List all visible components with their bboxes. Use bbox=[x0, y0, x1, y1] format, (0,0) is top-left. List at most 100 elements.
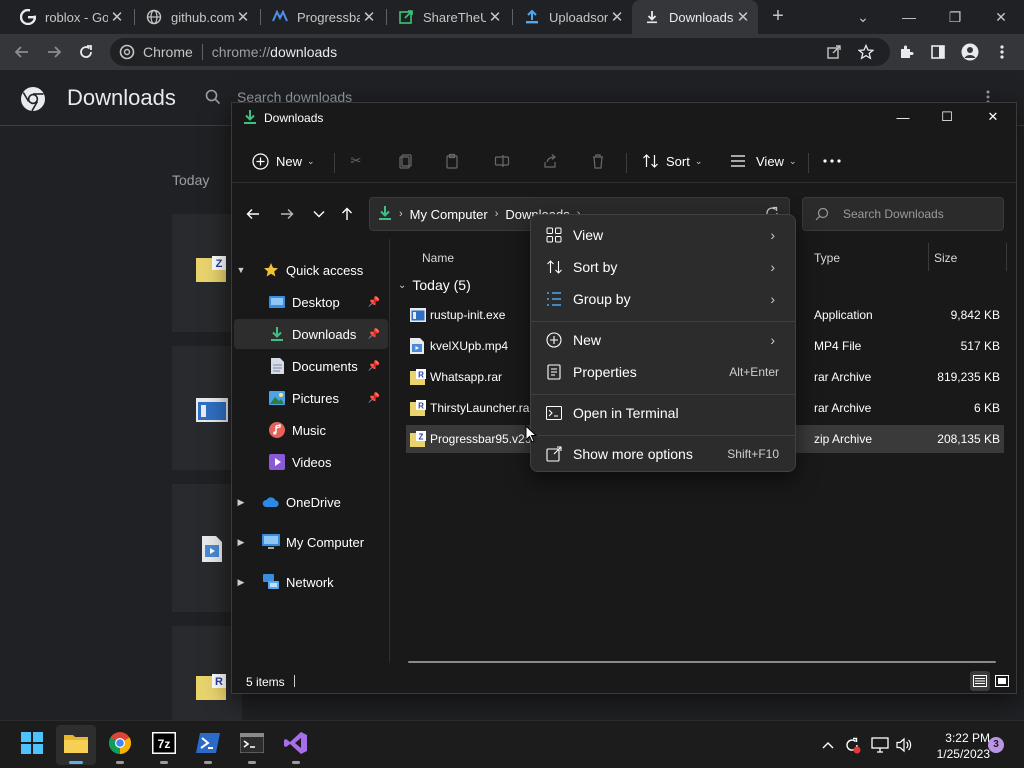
taskbar-terminal[interactable] bbox=[232, 725, 272, 765]
extensions-icon[interactable] bbox=[896, 42, 916, 62]
nav-pictures[interactable]: Pictures 📌 bbox=[234, 383, 388, 413]
menu-item-open-terminal[interactable]: Open in Terminal bbox=[535, 397, 791, 429]
volume-icon[interactable] bbox=[894, 735, 914, 755]
tab-downloads[interactable]: Downloads ✕ bbox=[632, 0, 758, 34]
horizontal-scrollbar[interactable] bbox=[408, 661, 996, 663]
breadcrumb-item[interactable]: My Computer bbox=[410, 207, 488, 222]
cut-button[interactable]: ✂ bbox=[346, 147, 366, 175]
tiles-view-icon[interactable] bbox=[992, 671, 1012, 691]
group-label: Today (5) bbox=[412, 277, 471, 293]
more-options-button[interactable] bbox=[822, 147, 842, 175]
taskbar-chrome[interactable] bbox=[100, 725, 140, 765]
tab-github[interactable]: github.com ✕ bbox=[134, 0, 258, 34]
maximize-icon[interactable]: ☐ bbox=[924, 103, 970, 131]
close-icon[interactable]: ✕ bbox=[608, 8, 626, 26]
minimize-icon[interactable]: — bbox=[886, 0, 932, 34]
nav-my-computer[interactable]: ▶ My Computer bbox=[234, 527, 388, 557]
nav-videos[interactable]: Videos bbox=[234, 447, 388, 477]
tab-progressbar[interactable]: Progressba ✕ bbox=[260, 0, 384, 34]
pin-icon[interactable]: 📌 bbox=[368, 329, 380, 340]
column-header-size[interactable]: Size bbox=[934, 243, 957, 273]
close-icon[interactable]: ✕ bbox=[360, 8, 378, 26]
tab-uploadson[interactable]: Uploadson ✕ bbox=[512, 0, 632, 34]
show-hidden-icons[interactable] bbox=[818, 735, 838, 755]
nav-music[interactable]: Music bbox=[234, 415, 388, 445]
group-header-today[interactable]: ⌄ Today (5) bbox=[398, 277, 471, 293]
menu-item-new[interactable]: New › bbox=[535, 324, 791, 356]
nav-downloads[interactable]: Downloads 📌 bbox=[234, 319, 388, 349]
details-view-icon[interactable] bbox=[970, 671, 990, 691]
reload-button[interactable] bbox=[74, 40, 98, 64]
start-button[interactable] bbox=[12, 725, 52, 765]
forward-button[interactable] bbox=[42, 40, 66, 64]
site-info[interactable]: Chrome bbox=[110, 44, 193, 60]
pin-icon[interactable]: 📌 bbox=[368, 297, 380, 308]
paste-button[interactable] bbox=[442, 147, 462, 175]
tab-sharetheu[interactable]: ShareTheU ✕ bbox=[386, 0, 510, 34]
menu-item-sort-by[interactable]: Sort by › bbox=[535, 251, 791, 283]
close-window-icon[interactable]: ✕ bbox=[970, 103, 1016, 131]
nav-label: Quick access bbox=[286, 262, 364, 278]
rename-button[interactable] bbox=[492, 147, 512, 175]
chevron-right-icon[interactable]: ▶ bbox=[234, 537, 248, 548]
side-panel-icon[interactable] bbox=[928, 42, 948, 62]
menu-item-show-more-options[interactable]: Show more options Shift+F10 bbox=[535, 438, 791, 470]
forward-arrow-icon[interactable] bbox=[276, 203, 298, 225]
copy-button[interactable] bbox=[396, 147, 416, 175]
back-button[interactable] bbox=[10, 40, 34, 64]
pin-icon[interactable]: 📌 bbox=[368, 393, 380, 404]
chevron-right-icon[interactable]: ▶ bbox=[234, 577, 248, 588]
minimize-icon[interactable]: — bbox=[880, 103, 926, 131]
nav-desktop[interactable]: Desktop 📌 bbox=[234, 287, 388, 317]
tab-search-icon[interactable]: ⌄ bbox=[840, 0, 886, 34]
chrome-menu-icon[interactable] bbox=[992, 42, 1012, 62]
nav-quick-access[interactable]: ▼ Quick access bbox=[234, 255, 388, 285]
video-file-icon bbox=[410, 338, 426, 354]
explorer-search-input[interactable]: Search Downloads bbox=[802, 197, 1004, 231]
chrome-logo-icon bbox=[20, 86, 46, 117]
close-icon[interactable]: ✕ bbox=[234, 8, 252, 26]
network-tray-icon[interactable] bbox=[870, 735, 890, 755]
taskbar-visual-studio[interactable] bbox=[276, 725, 316, 765]
taskbar-file-explorer[interactable] bbox=[56, 725, 96, 765]
chevron-down-icon: ⌄ bbox=[307, 155, 315, 166]
nav-documents[interactable]: Documents 📌 bbox=[234, 351, 388, 381]
address-bar[interactable]: Chrome chrome://downloads bbox=[110, 38, 890, 66]
notification-badge[interactable]: 3 bbox=[988, 737, 1004, 753]
sort-button[interactable]: Sort ⌄ bbox=[640, 147, 702, 175]
close-icon[interactable]: ✕ bbox=[734, 8, 752, 26]
close-icon[interactable]: ✕ bbox=[108, 8, 126, 26]
column-header-name[interactable]: Name bbox=[422, 243, 454, 273]
up-arrow-icon[interactable] bbox=[336, 203, 358, 225]
back-arrow-icon[interactable] bbox=[242, 203, 264, 225]
tab-roblox[interactable]: roblox - Go ✕ bbox=[8, 0, 132, 34]
new-button[interactable]: New ⌄ bbox=[250, 147, 315, 175]
delete-button[interactable] bbox=[588, 147, 608, 175]
taskbar-powershell[interactable] bbox=[188, 725, 228, 765]
restore-icon[interactable]: ❐ bbox=[932, 0, 978, 34]
menu-item-view[interactable]: View › bbox=[535, 219, 791, 251]
chevron-down-icon: ⌄ bbox=[788, 155, 797, 166]
close-icon[interactable]: ✕ bbox=[486, 8, 504, 26]
new-tab-button[interactable]: + bbox=[768, 6, 788, 26]
nav-network[interactable]: ▶ Network bbox=[234, 567, 388, 597]
menu-item-properties[interactable]: Properties Alt+Enter bbox=[535, 356, 791, 388]
menu-item-group-by[interactable]: Group by › bbox=[535, 283, 791, 315]
bookmark-star-icon[interactable] bbox=[856, 42, 876, 62]
system-clock[interactable]: 3:22 PM 1/25/2023 bbox=[918, 730, 990, 762]
file-type: zip Archive bbox=[814, 432, 873, 446]
chevron-right-icon[interactable]: ▶ bbox=[234, 497, 248, 508]
share-button[interactable] bbox=[540, 147, 560, 175]
column-header-type[interactable]: Type bbox=[814, 243, 840, 273]
pin-icon[interactable]: 📌 bbox=[368, 361, 380, 372]
profile-icon[interactable] bbox=[960, 42, 980, 62]
sync-alert-icon[interactable] bbox=[842, 735, 862, 755]
search-icon bbox=[205, 89, 221, 105]
share-page-icon[interactable] bbox=[824, 42, 844, 62]
nav-onedrive[interactable]: ▶ OneDrive bbox=[234, 487, 388, 517]
chevron-down-icon[interactable]: ▼ bbox=[234, 265, 248, 275]
close-window-icon[interactable]: ✕ bbox=[978, 0, 1024, 34]
taskbar-7zip[interactable]: 7z bbox=[144, 725, 184, 765]
recent-locations-icon[interactable] bbox=[308, 203, 330, 225]
view-button[interactable]: View ⌄ bbox=[728, 147, 797, 175]
